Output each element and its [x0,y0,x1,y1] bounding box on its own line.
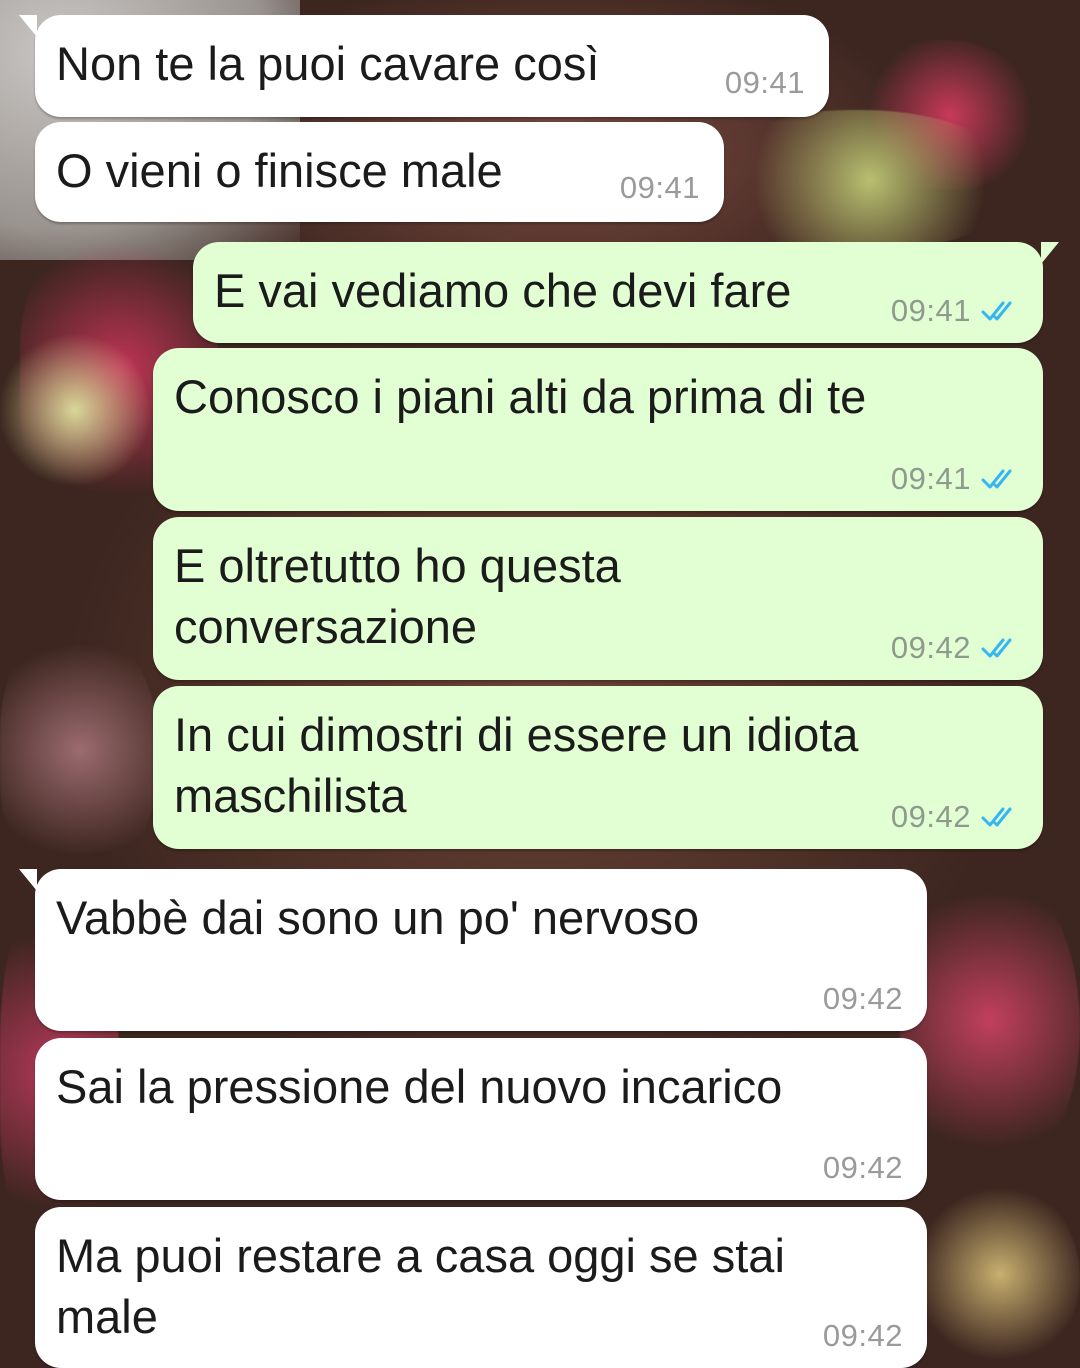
message-text: O vieni o finisce male [56,144,503,197]
message-text: E vai vediamo che devi fare [214,264,792,317]
message-bubble-incoming[interactable]: Sai la pressione del nuovo incarico 09:4… [35,1038,927,1200]
message-time: 09:41 [890,293,971,328]
message-meta: 09:41 [725,65,805,101]
message-meta: 09:41 [620,170,700,206]
message-bubble-outgoing[interactable]: E oltretutto ho questa conversazione 09:… [153,517,1043,680]
wallpaper-crumb [720,110,1020,250]
message-bubble-incoming[interactable]: O vieni o finisce male 09:41 [35,122,724,222]
message-time: 09:42 [822,1150,903,1185]
message-time: 09:42 [822,1318,903,1353]
message-text: E oltretutto ho questa conversazione [174,539,621,653]
bubble-tail [19,869,37,891]
bubble-tail [19,15,37,37]
message-bubble-incoming[interactable]: Ma puoi restare a casa oggi se stai male… [35,1207,927,1368]
message-meta: 09:42 [891,799,1019,835]
message-meta: 09:42 [823,981,903,1017]
message-time: 09:42 [890,630,971,665]
message-time: 09:41 [890,461,971,496]
message-time: 09:41 [619,170,700,205]
wallpaper-crumb [0,620,160,880]
message-time: 09:41 [724,65,805,100]
read-double-check-icon [981,469,1012,489]
message-meta: 09:41 [891,461,1019,497]
message-text: Non te la puoi cavare così [56,37,600,90]
read-double-check-icon [981,638,1012,658]
bubble-tail [1041,242,1059,264]
message-time: 09:42 [822,981,903,1016]
message-text: Sai la pressione del nuovo incarico [56,1060,783,1113]
message-meta: 09:42 [823,1318,903,1354]
message-bubble-outgoing[interactable]: E vai vediamo che devi fare 09:41 [193,242,1059,343]
wallpaper-crumb [900,860,1080,1180]
message-time: 09:42 [890,799,971,834]
message-bubble-incoming[interactable]: Vabbè dai sono un po' nervoso 09:42 [19,869,927,1031]
read-double-check-icon [981,807,1012,827]
message-text: Conosco i piani alti da prima di te [174,370,867,423]
message-text: Ma puoi restare a casa oggi se stai male [56,1229,785,1343]
message-meta: 09:42 [891,630,1019,666]
message-bubble-incoming[interactable]: Non te la puoi cavare così 09:41 [19,15,829,117]
message-meta: 09:42 [823,1150,903,1186]
message-meta: 09:41 [891,293,1019,329]
message-bubble-outgoing[interactable]: Conosco i piani alti da prima di te 09:4… [153,348,1043,511]
read-double-check-icon [981,301,1012,321]
message-bubble-outgoing[interactable]: In cui dimostri di essere un idiota masc… [153,686,1043,849]
message-text: In cui dimostri di essere un idiota masc… [174,708,859,822]
message-text: Vabbè dai sono un po' nervoso [56,891,700,944]
wallpaper-crumb [920,1180,1080,1368]
